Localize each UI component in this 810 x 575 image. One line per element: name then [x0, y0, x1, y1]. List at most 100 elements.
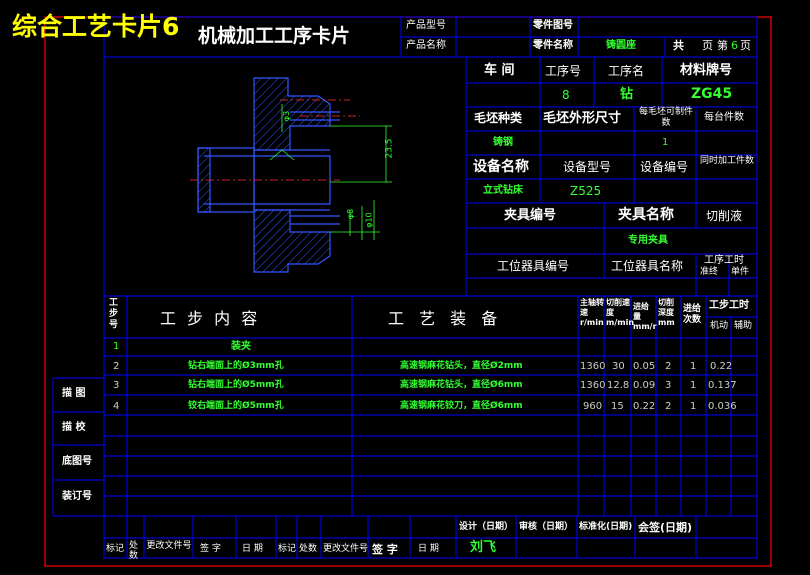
op-no-label: 工序号 — [545, 64, 582, 78]
row-3-depth: 3 — [665, 380, 672, 391]
date2-label: 日 期 — [418, 544, 439, 554]
row-2-depth: 2 — [665, 361, 672, 372]
row-1-content: 装夹 — [231, 341, 251, 352]
check-label: 描 校 — [62, 422, 86, 433]
review-label: 审核（日期） — [519, 522, 574, 532]
fixture-name-value: 专用夹具 — [628, 235, 668, 246]
base-no-label: 底图号 — [62, 456, 92, 467]
row-3-time: 0.137 — [708, 380, 737, 391]
part-drawing — [190, 77, 392, 273]
standard-label: 标准化(日期) — [579, 522, 633, 532]
part-no-label: 零件图号 — [533, 20, 573, 31]
row-4-passes: 1 — [690, 401, 697, 412]
card-title: 机械加工工序卡片 — [198, 25, 351, 47]
sign-label: 会签(日期) — [638, 521, 693, 534]
row-4-depth: 2 — [665, 401, 672, 412]
row-2-content: 钻右端面上的Ø3mm孔 — [188, 361, 284, 371]
station-tool-name-label: 工位器具名称 — [611, 259, 684, 273]
row-4-equip: 高速钢麻花铰刀，直径Ø6mm — [400, 401, 523, 411]
count-label: 处数 — [129, 541, 139, 561]
row-4-feed: 0.22 — [633, 401, 656, 412]
row-4-no: 4 — [113, 401, 120, 412]
op-name-value: 钻 — [620, 87, 634, 102]
page-no-label: 第 — [717, 39, 728, 52]
row-3-speed: 1360 — [580, 380, 606, 391]
blank-size-label: 毛坯外形尺寸 — [543, 111, 622, 126]
blank-type-label: 毛坯种类 — [474, 111, 523, 125]
row-2-vc: 30 — [612, 361, 625, 372]
fixture-no-label: 夹具编号 — [504, 208, 557, 223]
row-2-speed: 1360 — [580, 361, 606, 372]
depth-header: 切削深度 mm — [658, 298, 675, 327]
part-name-value: 铸圆座 — [606, 40, 636, 51]
blank-type-value: 铸钢 — [493, 137, 513, 148]
page-no-value: 6 — [731, 39, 738, 52]
binding-no-label: 装订号 — [62, 491, 92, 502]
coolant-label: 切削液 — [706, 209, 743, 223]
designer-value: 刘飞 — [470, 540, 497, 555]
row-1-no: 1 — [113, 341, 120, 352]
dim-phi10: φ10 — [364, 212, 374, 228]
parts-per-blank-value: 1 — [662, 137, 669, 148]
material-value: ZG45 — [691, 86, 733, 102]
op-name-label: 工序名 — [608, 64, 645, 78]
equip-model-value: Z525 — [570, 184, 602, 198]
change-doc-label: 更改文件号 — [146, 541, 192, 551]
equip-model-label: 设备型号 — [563, 160, 612, 174]
row-3-feed: 0.09 — [633, 380, 656, 391]
mark-label: 标记 — [106, 544, 125, 554]
op-time-label: 工序工时 — [704, 255, 744, 266]
fixture-name-label: 夹具名称 — [618, 207, 674, 223]
unit-time-label: 单件 — [731, 267, 750, 277]
aux-time-header: 辅助 — [734, 321, 753, 331]
sign2-label: 签 字 — [372, 543, 398, 556]
row-2-passes: 1 — [690, 361, 697, 372]
change-doc2-label: 更改文件号 — [323, 544, 369, 554]
step-content-header: 工 步 内 容 — [160, 309, 261, 328]
simul-parts-label: 同时加工件数 — [699, 156, 754, 166]
page-suffix: 页 — [740, 39, 751, 52]
row-4-vc: 15 — [611, 401, 624, 412]
date-col-label: 日 期 — [242, 544, 263, 554]
row-2-time: 0.22 — [710, 361, 733, 372]
trace-label: 描 图 — [62, 388, 86, 399]
passes-header: 进给次数 — [683, 304, 702, 325]
total-label: 共 — [673, 39, 684, 52]
step-no-header: 工步号 — [109, 298, 119, 330]
equip-name-value: 立式钻床 — [483, 185, 523, 196]
card-grid — [44, 16, 772, 567]
station-tool-no-label: 工位器具编号 — [497, 259, 570, 273]
row-4-time: 0.036 — [708, 401, 737, 412]
mark2-label: 标记 — [278, 544, 297, 554]
spindle-speed-header: 主轴转速 r/min — [580, 298, 604, 327]
material-label: 材料牌号 — [680, 63, 733, 78]
row-3-content: 钻右端面上的Ø5mm孔 — [188, 380, 284, 390]
count2-label: 处数 — [299, 544, 318, 554]
row-4-speed: 960 — [583, 401, 603, 412]
page-label: 页 — [702, 39, 713, 52]
design-label: 设计（日期） — [459, 522, 514, 532]
row-4-content: 铰右端面上的Ø5mm孔 — [188, 401, 284, 411]
grid-lines — [52, 16, 758, 559]
row-2-equip: 高速钢麻花钻头，直径Ø2mm — [400, 361, 523, 371]
op-no-value: 8 — [562, 88, 570, 102]
machine-time-header: 机动 — [710, 321, 729, 331]
step-time-header: 工步工时 — [709, 300, 749, 311]
equip-no-label: 设备编号 — [640, 160, 689, 174]
row-3-vc: 12.8 — [607, 380, 630, 391]
row-3-passes: 1 — [690, 380, 697, 391]
product-name-label: 产品名称 — [406, 40, 446, 51]
overlay-title: 综合工艺卡片6 — [12, 12, 180, 41]
row-3-equip: 高速钢麻花钻头，直径Ø6mm — [400, 380, 523, 390]
sign-col-label: 签 字 — [200, 544, 221, 554]
parts-per-blank-label: 每毛坯可制件数 — [638, 107, 693, 128]
row-2-feed: 0.05 — [633, 361, 656, 372]
row-2-no: 2 — [113, 361, 120, 372]
part-name-label: 零件名称 — [533, 40, 573, 51]
parts-per-unit-label: 每台件数 — [704, 112, 744, 123]
dim-phi8: φ8 — [346, 208, 356, 220]
product-model-label: 产品型号 — [406, 20, 446, 31]
prep-label: 准终 — [700, 267, 719, 277]
equip-name-label: 设备名称 — [473, 159, 529, 175]
row-3-no: 3 — [113, 380, 120, 391]
